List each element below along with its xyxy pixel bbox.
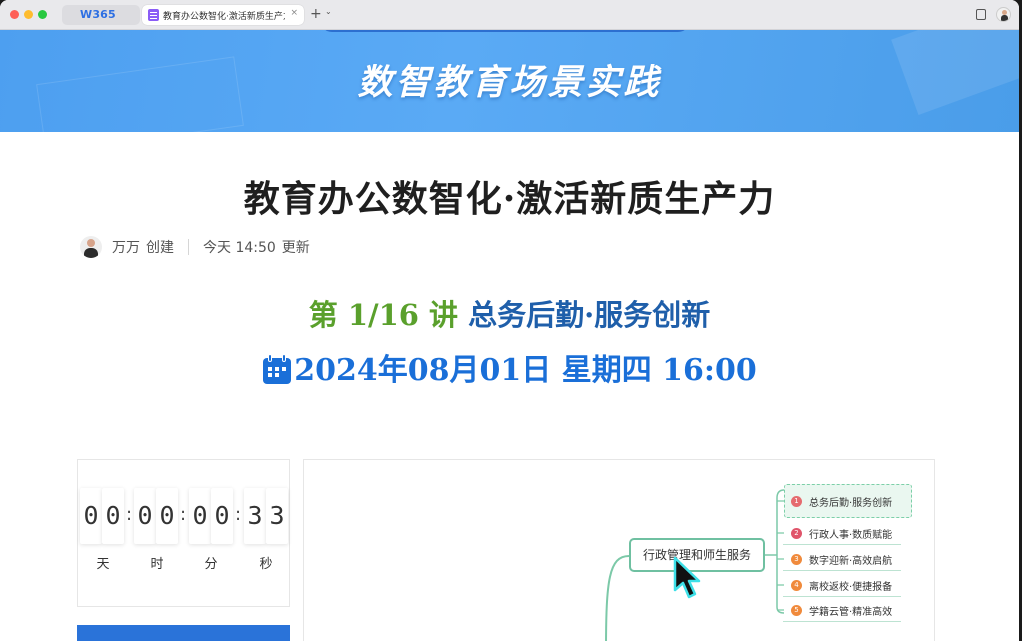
updated-action: 更新: [281, 240, 310, 256]
tab-w365[interactable]: W365: [62, 5, 140, 25]
mouse-pointer-icon: [673, 556, 701, 599]
meta-divider: [188, 239, 189, 255]
browser-window: W365 教育办公数智化·激活新质生产力 × + ⌄ 数智教育场景实践 教育办公…: [0, 0, 1019, 641]
calendar-icon: [262, 354, 292, 384]
item-number-badge: 5: [791, 604, 802, 616]
countdown-timer: 0 0 : 0 0 : 0 0 : 3 3 天 时 分 秒: [77, 459, 290, 607]
header-banner: 数智教育场景实践: [0, 30, 1019, 132]
item-number-badge: 4: [791, 579, 802, 591]
lecture-topic: 总务后勤·服务创新: [468, 298, 711, 332]
countdown-digit: 0: [211, 488, 233, 544]
tab-overview-icon[interactable]: [976, 9, 986, 20]
document-icon: [148, 9, 159, 21]
w365-logo: W365: [80, 8, 116, 21]
minimize-window-button[interactable]: [24, 10, 33, 19]
lecture-date: 2024年08月01日 星期四 16:00: [0, 345, 1019, 389]
item-number-badge: 1: [791, 495, 802, 507]
tab-title: 教育办公数智化·激活新质生产力: [163, 12, 285, 22]
mind-map-item[interactable]: 2 行政人事·数质赋能: [783, 524, 901, 545]
mind-map-item[interactable]: 4 离校返校·便捷报备: [783, 576, 901, 597]
banner-title: 数智教育场景实践: [357, 63, 662, 103]
countdown-separator: :: [234, 504, 242, 525]
countdown-digit: 3: [244, 488, 266, 544]
tab-list-chevron-icon[interactable]: ⌄: [325, 7, 332, 16]
countdown-digit: 0: [80, 488, 102, 544]
countdown-separator: :: [179, 504, 187, 525]
item-number-badge: 3: [791, 553, 802, 565]
countdown-unit-minutes: 分: [204, 557, 218, 572]
close-tab-icon[interactable]: ×: [290, 8, 298, 18]
tab-bar: W365 教育办公数智化·激活新质生产力 × + ⌄: [0, 0, 1019, 30]
updated-time: 今天 14:50: [203, 240, 276, 256]
countdown-digit: 0: [189, 488, 211, 544]
countdown-digit: 3: [266, 488, 288, 544]
countdown-unit-hours: 时: [150, 557, 164, 572]
countdown-digit: 0: [134, 488, 156, 544]
new-tab-button[interactable]: +: [310, 5, 322, 23]
mind-map-item[interactable]: 5 学籍云管·精准高效: [783, 601, 901, 622]
item-label: 行政人事·数质赋能: [809, 529, 893, 541]
profile-avatar[interactable]: [996, 7, 1011, 22]
mind-map-panel[interactable]: 行政管理和师生服务 1 总务后勤·服务创新 2 行政人事·数质赋能 3 数字迎新…: [303, 459, 935, 641]
author-avatar[interactable]: [80, 236, 102, 258]
countdown-digits: 0 0 : 0 0 : 0 0 : 3 3: [78, 488, 291, 544]
close-window-button[interactable]: [10, 10, 19, 19]
zoom-window-button[interactable]: [38, 10, 47, 19]
banner-decoration: [320, 30, 690, 32]
countdown-digit: 0: [156, 488, 178, 544]
item-label: 离校返校·便捷报备: [809, 581, 893, 593]
blue-card[interactable]: [77, 625, 290, 641]
countdown-unit-days: 天: [96, 557, 110, 572]
mind-map-item[interactable]: 3 数字迎新·高效启航: [783, 550, 901, 571]
mind-map-item[interactable]: 1 总务后勤·服务创新: [791, 492, 892, 510]
lecture-number: 第 1/16 讲: [308, 298, 459, 332]
countdown-separator: :: [125, 504, 133, 525]
countdown-unit-seconds: 秒: [259, 557, 273, 572]
doc-meta: 万万 创建 今天 14:50 更新: [80, 236, 310, 258]
page-title: 教育办公数智化·激活新质生产力: [243, 178, 776, 220]
countdown-digit: 0: [102, 488, 124, 544]
item-label: 总务后勤·服务创新: [809, 497, 893, 509]
item-number-badge: 2: [791, 527, 802, 539]
item-label: 学籍云管·精准高效: [809, 606, 893, 618]
item-label: 数字迎新·高效启航: [809, 555, 893, 567]
lecture-heading: 第 1/16 讲 总务后勤·服务创新: [0, 292, 1019, 334]
lecture-datetime: 2024年08月01日 星期四 16:00: [294, 353, 757, 388]
author-action: 创建: [146, 240, 174, 256]
tab-active-document[interactable]: 教育办公数智化·激活新质生产力 ×: [142, 5, 304, 25]
author-name[interactable]: 万万: [112, 237, 140, 257]
